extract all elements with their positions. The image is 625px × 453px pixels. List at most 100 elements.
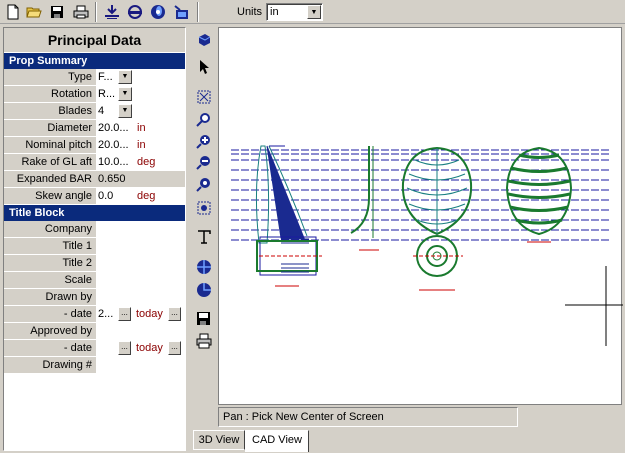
toolbar-separator (95, 2, 97, 22)
date1-today: today (136, 308, 163, 320)
date1-value: 2... (98, 308, 114, 320)
new-file-icon[interactable] (4, 3, 22, 21)
circle-tool-icon[interactable] (195, 281, 213, 299)
zoom-in-icon[interactable] (195, 133, 213, 151)
diameter-field[interactable]: 20.0... in (96, 120, 185, 136)
toolbar-separator (197, 2, 199, 22)
date-picker-button[interactable]: ... (118, 307, 131, 321)
date2-field[interactable]: ... today ... (96, 340, 185, 356)
drawn-by-field[interactable] (96, 289, 185, 305)
units-value: in (270, 6, 279, 18)
company-row: Company (4, 221, 185, 238)
principal-data-panel: Principal Data Prop Summary Type F... ▼ … (3, 27, 186, 451)
chevron-down-icon[interactable]: ▼ (118, 104, 132, 118)
save-icon[interactable] (48, 3, 66, 21)
export-icon[interactable] (172, 3, 190, 21)
zoom-window-icon[interactable] (195, 111, 213, 129)
rotation-label: Rotation (4, 86, 96, 102)
propeller-icon[interactable] (149, 3, 167, 21)
pitch-unit: in (137, 139, 146, 151)
blades-field[interactable]: 4 ▼ (96, 103, 185, 119)
tab-3d-view[interactable]: 3D View (193, 430, 245, 450)
blades-row: Blades 4 ▼ (4, 103, 185, 120)
diameter-unit: in (137, 122, 146, 134)
date1-label: - date (4, 306, 96, 322)
approved-by-field[interactable] (96, 323, 185, 339)
title1-field[interactable] (96, 238, 185, 254)
units-label: Units (237, 6, 263, 18)
diameter-value: 20.0... (98, 122, 129, 134)
rake-field[interactable]: 10.0... deg (96, 154, 185, 170)
scale-row: Scale (4, 272, 185, 289)
rake-label: Rake of GL aft (4, 154, 96, 170)
chevron-down-icon[interactable]: ▼ (118, 87, 132, 101)
skew-value: 0.0 (98, 190, 114, 202)
bar-field: 0.650 (96, 171, 185, 187)
type-value: F... (98, 71, 113, 83)
section-view (350, 146, 379, 251)
drawing-number-label: Drawing # (4, 357, 96, 373)
today-button[interactable]: ... (168, 341, 181, 355)
crosshair-cursor (565, 266, 623, 346)
cad-toolbar (191, 27, 217, 427)
scale-field[interactable] (96, 272, 185, 288)
company-field[interactable] (96, 221, 185, 237)
offsets-icon[interactable] (103, 3, 121, 21)
skew-unit: deg (137, 190, 156, 202)
drawn-by-row: Drawn by (4, 289, 185, 306)
type-field[interactable]: F... ▼ (96, 69, 185, 85)
rotation-value: R... (98, 88, 116, 100)
today-button[interactable]: ... (168, 307, 181, 321)
units-select[interactable]: in ▼ (266, 3, 323, 21)
type-label: Type (4, 69, 96, 85)
title2-label: Title 2 (4, 255, 96, 271)
print-drawing-icon[interactable] (195, 332, 213, 350)
chevron-down-icon[interactable]: ▼ (118, 70, 132, 84)
center-mark-icon[interactable] (195, 258, 213, 276)
date1-field[interactable]: 2... ... today ... (96, 306, 185, 322)
chevron-down-icon[interactable]: ▼ (307, 5, 321, 19)
zoom-out-icon[interactable] (195, 154, 213, 172)
date2-row: - date ... today ... (4, 340, 185, 357)
scale-label: Scale (4, 272, 96, 288)
zoom-pan-icon[interactable] (195, 199, 213, 217)
title1-row: Title 1 (4, 238, 185, 255)
drawing-number-field[interactable] (96, 357, 185, 373)
rotation-row: Rotation R... ▼ (4, 86, 185, 103)
front-outline-view (401, 146, 473, 291)
rake-row: Rake of GL aft 10.0... deg (4, 154, 185, 171)
zoom-extents-icon[interactable] (195, 88, 213, 106)
side-profile-view (255, 145, 322, 287)
text-icon[interactable] (195, 228, 213, 246)
bar-value: 0.650 (98, 173, 126, 185)
save-drawing-icon[interactable] (195, 310, 213, 328)
layer-icon[interactable] (195, 30, 213, 48)
company-label: Company (4, 221, 96, 237)
diameter-row: Diameter 20.0... in (4, 120, 185, 137)
skew-field[interactable]: 0.0 deg (96, 188, 185, 204)
rake-value: 10.0... (98, 156, 129, 168)
diameter-label: Diameter (4, 120, 96, 136)
drawing-number-row: Drawing # (4, 357, 185, 374)
date-picker-button[interactable]: ... (118, 341, 131, 355)
title2-field[interactable] (96, 255, 185, 271)
panel-title: Principal Data (4, 28, 185, 53)
tab-cad-view[interactable]: CAD View (245, 430, 309, 452)
cad-canvas[interactable] (218, 27, 623, 405)
drawn-by-label: Drawn by (4, 289, 96, 305)
pointer-icon[interactable] (195, 58, 213, 76)
section-icon[interactable] (126, 3, 144, 21)
bar-label: Expanded BAR (4, 171, 96, 187)
print-icon[interactable] (72, 3, 90, 21)
pitch-field[interactable]: 20.0... in (96, 137, 185, 153)
zoom-previous-icon[interactable] (195, 176, 213, 194)
rotation-field[interactable]: R... ▼ (96, 86, 185, 102)
open-folder-icon[interactable] (25, 3, 43, 21)
propeller-drawing (231, 145, 623, 346)
date2-label: - date (4, 340, 96, 356)
prop-summary-header: Prop Summary (4, 53, 185, 69)
title2-row: Title 2 (4, 255, 185, 272)
date1-row: - date 2... ... today ... (4, 306, 185, 323)
approved-by-label: Approved by (4, 323, 96, 339)
main-toolbar: Units in ▼ (0, 0, 625, 24)
